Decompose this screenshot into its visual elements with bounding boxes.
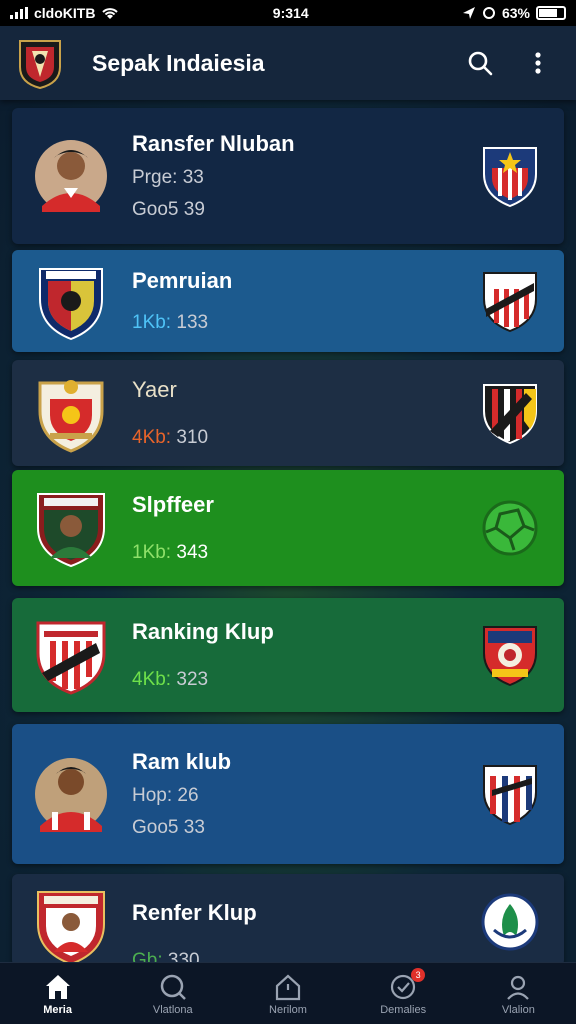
stat-value: 133 [176, 312, 209, 333]
status-bar: cldoKITB 9:314 63% [0, 0, 576, 26]
card-stat-line: 1Kb: 133 [132, 312, 480, 334]
club-crest-icon [39, 268, 103, 341]
bottom-navigation: Meria Vlatlona Nerilom 3 Demalies Vlalio… [0, 962, 576, 1024]
list-item[interactable]: Renfer Klup Gb: 330 [12, 874, 564, 971]
wifi-icon [102, 8, 119, 19]
app-logo [19, 40, 61, 89]
club-crest-icon [36, 621, 106, 695]
club-crest-icon [483, 272, 537, 333]
card-text: Slpffeer 1Kb: 343 [132, 492, 480, 564]
card-text: Renfer Klup Gb: 330 [132, 886, 480, 972]
signal-icon [10, 7, 28, 19]
football-icon [482, 500, 538, 556]
nav-item-vlalion[interactable]: Vlalion [468, 972, 568, 1016]
card-stat-line: 4Kb: 323 [132, 669, 480, 691]
player-avatar [37, 493, 105, 568]
card-title: Ransfer Nluban [132, 131, 295, 156]
search-icon [468, 51, 493, 76]
sync-icon [482, 7, 495, 19]
list-item[interactable]: Ranking Klup 4Kb: 323 [12, 598, 564, 712]
stat-value: 343 [176, 542, 209, 563]
card-stat-line: 4Kb: 310 [132, 427, 480, 449]
card-stat-line: 1Kb: 343 [132, 542, 480, 564]
nav-item-nerilom[interactable]: Nerilom [238, 972, 338, 1016]
list-item[interactable]: Pemruian 1Kb: 133 [12, 250, 564, 352]
card-text: Yaer 4Kb: 310 [132, 377, 480, 449]
battery-icon [535, 6, 566, 20]
nav-item-vlatlona[interactable]: Vlatlona [123, 972, 223, 1016]
card-text: Ranking Klup 4Kb: 323 [132, 619, 480, 691]
battery-percent: 63% [501, 5, 530, 21]
club-crest-icon [483, 626, 537, 687]
nav-label: Demalies [380, 1003, 427, 1016]
club-crest-icon [483, 147, 537, 208]
stat-prefix: 4Kb: [132, 427, 172, 448]
more-vert-icon [535, 52, 541, 74]
club-crest-icon [483, 384, 537, 445]
nav-item-meria[interactable]: Meria [8, 972, 108, 1016]
nav-label: Vlalion [501, 1003, 535, 1016]
stat-prefix: 1Kb: [132, 542, 172, 563]
stat-prefix: 4Kb: [132, 669, 172, 690]
club-crest-icon [37, 891, 105, 966]
carrier-label: cldoKITB [34, 5, 96, 21]
card-title: Yaer [132, 377, 177, 402]
home-icon [45, 974, 70, 999]
card-text: Ram klub Hop: 26 Goo5 33 [132, 749, 480, 839]
list-item[interactable]: Ransfer Nluban Prge: 33 Goo5 39 [12, 108, 564, 244]
card-title: Slpffeer [132, 492, 214, 517]
card-stat-line: Prge: 33 [132, 167, 204, 188]
club-crest-icon [38, 380, 104, 453]
stat-value: 310 [176, 427, 209, 448]
status-left: cldoKITB [10, 5, 119, 21]
player-avatar [35, 140, 107, 212]
card-title: Ram klub [132, 749, 232, 774]
status-right: 63% [462, 5, 566, 21]
stat-value: 323 [176, 669, 209, 690]
house-outline-icon [275, 974, 301, 1000]
nav-item-demalies[interactable]: 3 Demalies [353, 967, 453, 1016]
list-item[interactable]: Yaer 4Kb: 310 [12, 360, 564, 466]
club-crest-icon [481, 893, 539, 951]
club-crest-icon [483, 765, 537, 826]
search-icon [160, 974, 186, 1000]
list-item[interactable]: Slpffeer 1Kb: 343 [12, 470, 564, 586]
nav-label: Vlatlona [152, 1003, 193, 1016]
location-icon [462, 7, 475, 19]
card-title: Pemruian [132, 268, 233, 293]
player-avatar [35, 758, 107, 832]
card-stat-line: Hop: 26 [132, 785, 199, 806]
status-time: 9:314 [272, 5, 309, 21]
app-bar: Sepak Indaiesia [0, 26, 576, 100]
list-item[interactable]: Ram klub Hop: 26 Goo5 33 [12, 724, 564, 864]
more-options-button[interactable] [518, 43, 558, 83]
search-button[interactable] [460, 43, 500, 83]
nav-label: Meria [43, 1003, 72, 1016]
nav-label: Nerilom [269, 1003, 307, 1016]
card-stat-line: Goo5 39 [132, 199, 205, 220]
person-icon [507, 975, 530, 1000]
notification-badge: 3 [411, 967, 426, 982]
card-title: Renfer Klup [132, 900, 257, 925]
card-stat-line: Goo5 33 [132, 817, 205, 838]
card-text: Pemruian 1Kb: 133 [132, 268, 480, 334]
stat-prefix: 1Kb: [132, 312, 172, 333]
card-title: Ranking Klup [132, 619, 274, 644]
card-text: Ransfer Nluban Prge: 33 Goo5 39 [132, 131, 480, 221]
app-title: Sepak Indaiesia [92, 49, 265, 76]
